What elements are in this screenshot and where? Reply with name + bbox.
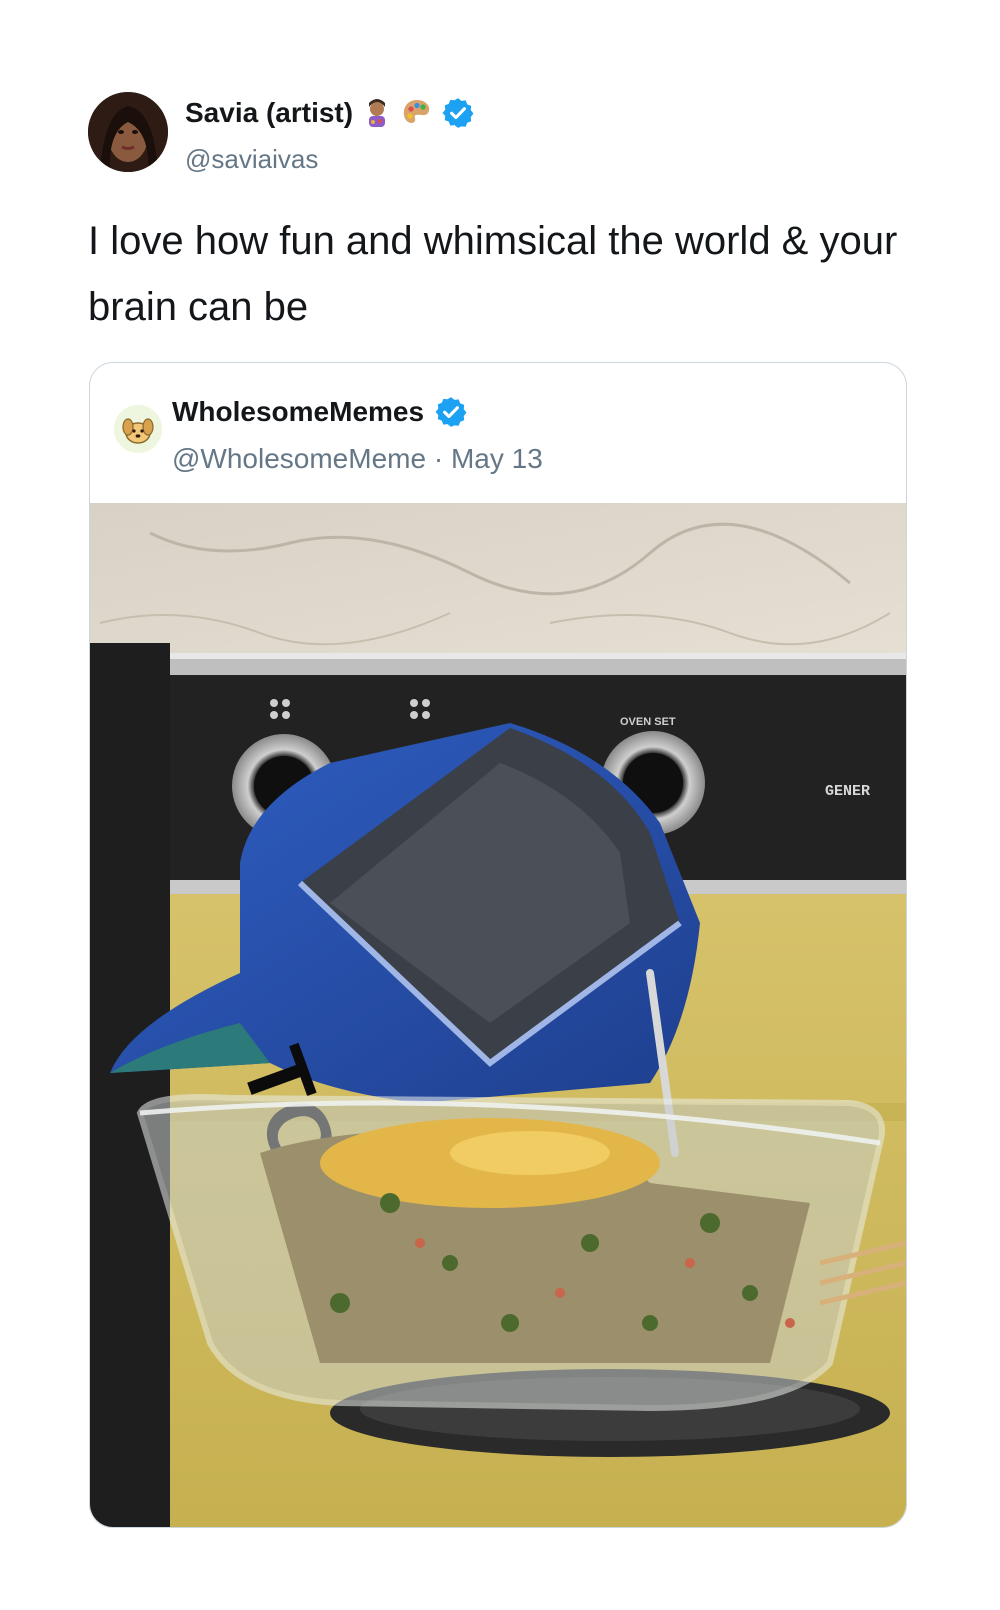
tweet: Savia (artist) @saviaivas I love how fun… <box>0 0 1000 1610</box>
tweet-text: I love how fun and whimsical the world &… <box>88 219 898 329</box>
quoted-handle[interactable]: @WholesomeMeme <box>172 443 426 474</box>
artist-palette-emoji <box>403 100 430 123</box>
dog-avatar-icon <box>114 405 162 453</box>
quoted-date[interactable]: May 13 <box>451 443 543 474</box>
quoted-author-name[interactable]: WholesomeMemes <box>172 396 424 428</box>
verified-badge-icon <box>435 397 467 427</box>
meta-separator: · <box>433 443 444 474</box>
author-handle[interactable]: @saviaivas <box>185 144 318 175</box>
quoted-tweet-card[interactable]: WholesomeMemes @WholesomeMeme · May 13 O… <box>89 362 907 1528</box>
author-name-row[interactable]: Savia (artist) <box>185 96 475 130</box>
quoted-meta: @WholesomeMeme · May 13 <box>172 443 543 475</box>
brand-label: GENER <box>825 783 870 800</box>
quoted-photo[interactable]: OVEN SET GENER <box>90 503 906 1527</box>
verified-badge-icon <box>442 98 474 128</box>
author-avatar[interactable] <box>88 92 168 172</box>
quoted-avatar[interactable] <box>114 405 162 453</box>
woman-artist-emoji <box>369 99 386 127</box>
avatar-image <box>88 92 168 172</box>
chip-bag-on-stove-photo: OVEN SET GENER <box>90 503 906 1527</box>
author-name[interactable]: Savia (artist) <box>185 97 353 129</box>
quoted-name-row[interactable]: WholesomeMemes <box>172 395 468 429</box>
oven-set-label: OVEN SET <box>620 716 676 728</box>
